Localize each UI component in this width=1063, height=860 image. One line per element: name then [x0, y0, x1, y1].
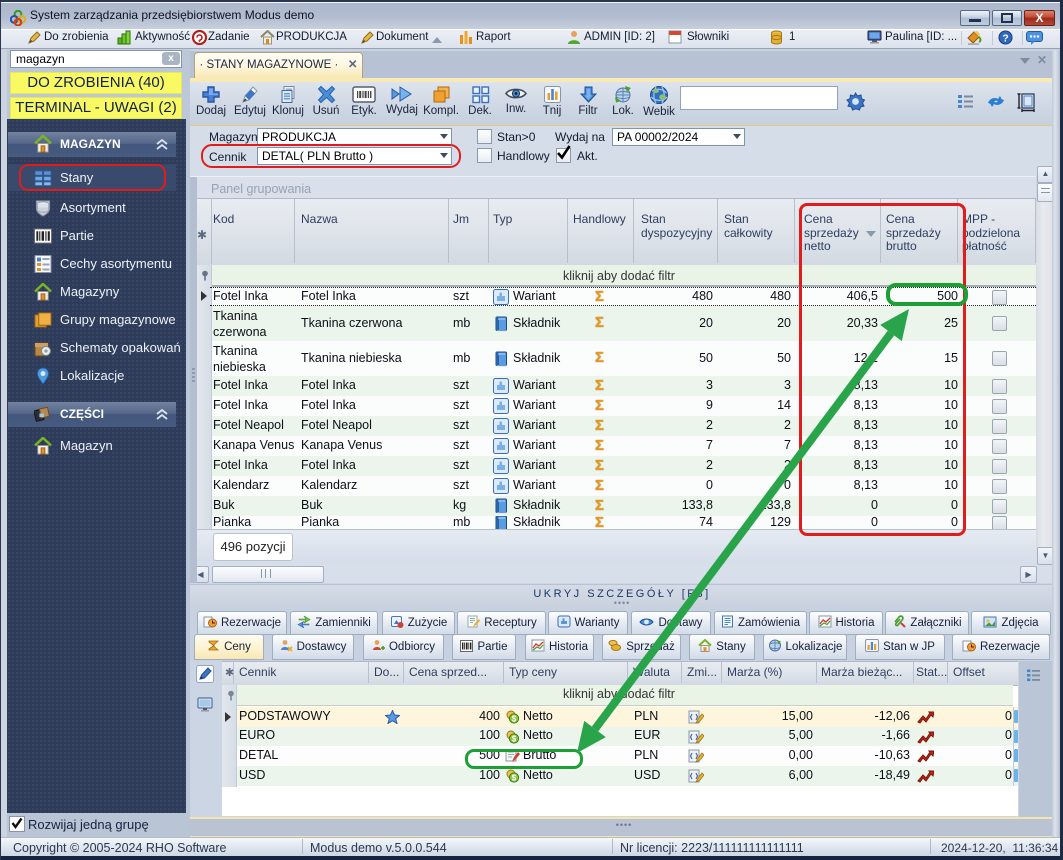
svg-text:$: $ [512, 774, 517, 783]
svg-text:$: $ [512, 735, 517, 744]
svg-text:$: $ [512, 715, 517, 724]
svg-text:?: ? [1002, 33, 1008, 44]
